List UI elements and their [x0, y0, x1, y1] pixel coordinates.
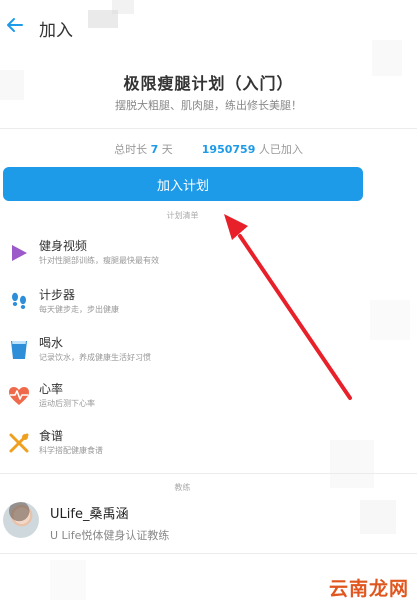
plan-item-pedometer[interactable]: 计步器 每天健步走，步出健康 [0, 283, 417, 329]
item-desc: 每天健步走，步出健康 [39, 305, 119, 314]
item-title: 食谱 [39, 429, 64, 443]
plan-item-recipes[interactable]: 食谱 科学搭配健康食谱 [0, 424, 417, 470]
plan-item-water[interactable]: 喝水 记录饮水，养成健康生活好习惯 [0, 331, 417, 377]
item-title: 计步器 [39, 288, 76, 302]
fork-spoon-icon [9, 433, 29, 453]
watermark: 云南龙网 [328, 578, 409, 600]
top-bar: 加入 [0, 0, 417, 56]
water-cup-icon [11, 341, 27, 359]
item-title: 健身视频 [39, 239, 88, 253]
coach-description: U Life悦体健身认证教练 [50, 529, 170, 542]
plan-item-video[interactable]: 健身视频 针对性腿部训练，瘦腿最快最有效 [0, 234, 417, 280]
avatar-hair [3, 502, 39, 538]
item-desc: 记录饮水，养成健康生活好习惯 [39, 353, 151, 362]
duration-value: 7 [150, 143, 159, 156]
heart-rate-icon [9, 387, 29, 405]
join-plan-button[interactable]: 加入计划 [3, 167, 363, 201]
coach-name[interactable]: ULife_桑禹涵 [50, 503, 128, 522]
divider [0, 128, 417, 129]
mosaic-blur [112, 0, 134, 14]
plan-subtitle: 摆脱大粗腿、肌肉腿，练出修长美腿！ [115, 99, 302, 112]
item-desc: 科学搭配健康食谱 [39, 446, 103, 455]
item-desc: 运动后测下心率 [39, 399, 95, 408]
joined-suffix: 人已加入 [258, 143, 303, 156]
plan-stats: 总时长 7 天 1950759 人已加入 [0, 141, 417, 157]
mosaic-blur [360, 500, 396, 534]
item-title: 心率 [39, 382, 64, 396]
back-arrow-icon[interactable] [4, 14, 26, 36]
page-title: 加入 [39, 21, 73, 41]
coach-avatar[interactable] [3, 502, 39, 538]
item-title: 喝水 [39, 336, 64, 350]
duration-label: 总时长 [114, 143, 148, 156]
plan-item-heart-rate[interactable]: 心率 运动后测下心率 [0, 377, 417, 423]
duration-unit: 天 [161, 143, 173, 156]
joined-count: 1950759 [201, 143, 256, 156]
coach-section-header: 教练 [174, 483, 191, 492]
mosaic-blur [50, 560, 86, 600]
footprints-icon [12, 292, 26, 309]
play-icon [12, 245, 27, 261]
item-desc: 针对性腿部训练，瘦腿最快最有效 [39, 256, 159, 265]
divider [0, 473, 417, 474]
plan-list-header: 计划清单 [166, 211, 199, 220]
plan-title: 极限瘦腿计划（入门） [123, 74, 294, 93]
divider [0, 553, 417, 554]
